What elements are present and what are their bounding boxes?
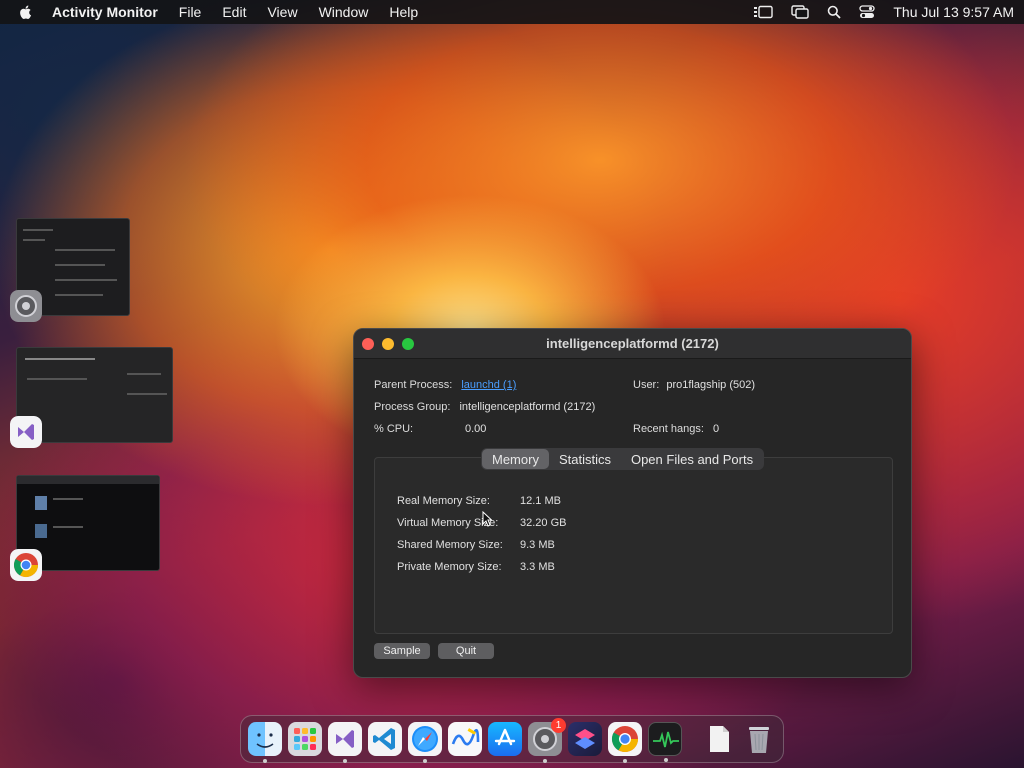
running-indicator: [343, 759, 347, 763]
activity-monitor-icon[interactable]: [648, 722, 682, 762]
cpu-row: % CPU:: [374, 423, 413, 435]
running-indicator: [543, 759, 547, 763]
tab-statistics[interactable]: Statistics: [549, 449, 621, 469]
safari-icon[interactable]: [408, 722, 442, 763]
virtual-memory-value: 32.20 GB: [520, 517, 567, 529]
menu-help[interactable]: Help: [389, 4, 418, 20]
chrome-icon[interactable]: [608, 722, 642, 763]
menu-bar: Activity Monitor File Edit View Window H…: [0, 0, 1024, 24]
parent-process-label: Parent Process:: [374, 379, 453, 391]
freeform-icon[interactable]: [448, 722, 482, 756]
running-indicator: [664, 758, 668, 762]
process-group-label: Process Group:: [374, 401, 451, 413]
system-settings-icon[interactable]: 1: [528, 718, 566, 763]
user-label: User:: [633, 379, 660, 391]
tab-open-files-and-ports[interactable]: Open Files and Ports: [621, 449, 763, 469]
private-memory-label: Private Memory Size:: [397, 561, 502, 573]
apple-menu-icon[interactable]: [18, 4, 34, 20]
system-settings-icon[interactable]: [10, 290, 42, 322]
parent-process-row: Parent Process: launchd (1): [374, 379, 516, 391]
visual-studio-icon[interactable]: [10, 416, 42, 448]
shortcuts-icon[interactable]: [568, 722, 602, 756]
sample-button[interactable]: Sample: [374, 643, 430, 659]
user-row: User: pro1flagship (502): [633, 379, 755, 391]
control-center-icon[interactable]: [859, 5, 876, 19]
process-group-row: Process Group: intelligenceplatformd (21…: [374, 401, 595, 413]
private-memory-value: 3.3 MB: [520, 561, 555, 573]
menu-edit[interactable]: Edit: [222, 4, 246, 20]
dock: 1: [240, 715, 784, 763]
menu-file[interactable]: File: [179, 4, 202, 20]
running-indicator: [423, 759, 427, 763]
window-title: intelligenceplatformd (2172): [546, 336, 719, 351]
running-indicator: [263, 759, 267, 763]
app-store-icon[interactable]: [488, 722, 522, 756]
recent-hangs-value: 0: [713, 423, 720, 435]
chrome-icon[interactable]: [10, 549, 42, 581]
process-group-value: intelligenceplatformd (2172): [459, 401, 596, 413]
shared-memory-label: Shared Memory Size:: [397, 539, 503, 551]
shared-memory-value: 9.3 MB: [520, 539, 555, 551]
private-memory-row: Private Memory Size: 3.3 MB: [397, 561, 555, 573]
mouse-cursor-icon: [482, 511, 492, 527]
running-indicator: [623, 759, 627, 763]
process-info-window: intelligenceplatformd (2172) Parent Proc…: [353, 328, 912, 678]
tab-memory[interactable]: Memory: [482, 449, 549, 469]
menu-window[interactable]: Window: [319, 4, 369, 20]
cpu-value: 0.00: [465, 423, 487, 435]
screen-mirroring-icon[interactable]: [791, 5, 810, 19]
cpu-label: % CPU:: [374, 423, 414, 435]
finder-icon[interactable]: [248, 722, 282, 763]
launchpad-icon[interactable]: [288, 722, 322, 756]
stage-manager-icon[interactable]: [753, 5, 774, 19]
menu-clock[interactable]: Thu Jul 13 9:57 AM: [893, 4, 1014, 20]
virtual-memory-label: Virtual Memory Size:: [397, 517, 499, 529]
real-memory-label: Real Memory Size:: [397, 495, 490, 507]
recent-hangs-row: Recent hangs: 0: [633, 423, 719, 435]
parent-process-link[interactable]: launchd (1): [461, 379, 516, 391]
visual-studio-icon[interactable]: [328, 722, 362, 763]
spotlight-search-icon[interactable]: [827, 5, 841, 19]
menu-app-name[interactable]: Activity Monitor: [52, 4, 158, 20]
real-memory-row: Real Memory Size: 12.1 MB: [397, 495, 561, 507]
notification-badge: 1: [551, 718, 566, 733]
user-value: pro1flagship (502): [666, 379, 756, 391]
quit-button[interactable]: Quit: [438, 643, 494, 659]
document-icon[interactable]: [702, 722, 736, 756]
real-memory-value: 12.1 MB: [520, 495, 561, 507]
vscode-icon[interactable]: [368, 722, 402, 756]
recent-hangs-label: Recent hangs:: [633, 423, 704, 435]
window-titlebar[interactable]: intelligenceplatformd (2172): [354, 329, 911, 359]
trash-icon[interactable]: [742, 722, 776, 756]
shared-memory-row: Shared Memory Size: 9.3 MB: [397, 539, 555, 551]
menu-view[interactable]: View: [267, 4, 297, 20]
tab-bar: Memory Statistics Open Files and Ports: [481, 448, 765, 470]
